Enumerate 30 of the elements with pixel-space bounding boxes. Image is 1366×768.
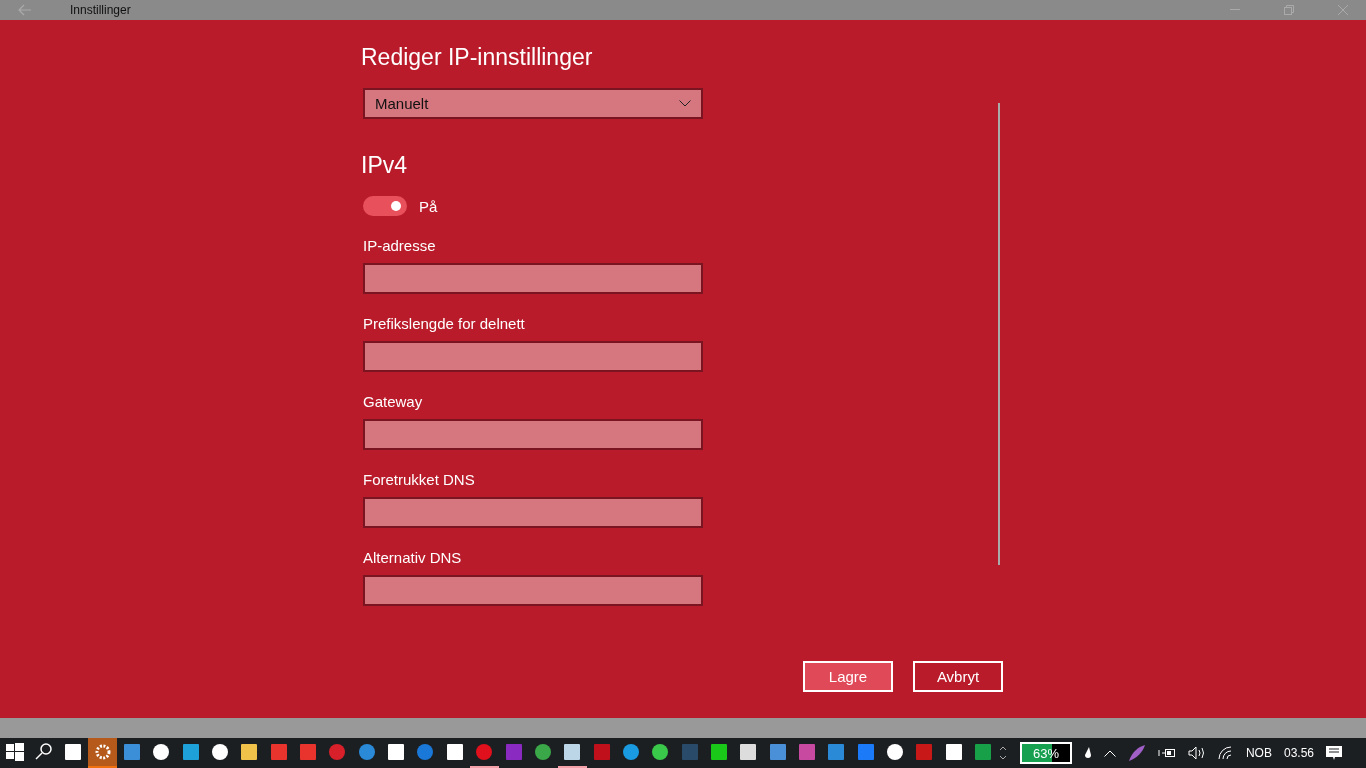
input-field[interactable]: [363, 497, 703, 528]
window-title: Innstillinger: [70, 3, 131, 17]
drop-icon[interactable]: [1083, 746, 1092, 760]
speaker-icon[interactable]: [1187, 746, 1206, 760]
power-plug-icon[interactable]: [1157, 747, 1176, 759]
field-label: IP-adresse: [363, 237, 437, 255]
clock[interactable]: 03.56: [1283, 746, 1314, 760]
chevron-down-icon: [679, 100, 691, 107]
wifi-icon[interactable]: [1217, 746, 1234, 760]
taskbar-settings-icon[interactable]: [88, 738, 118, 768]
field-label: Prefikslengde for delnett: [363, 315, 526, 333]
notification-icon[interactable]: [1326, 745, 1342, 761]
save-button[interactable]: Lagre: [803, 661, 893, 692]
section-heading: IPv4: [361, 152, 409, 180]
toggle-label: På: [419, 197, 438, 215]
page-heading: Rediger IP-innstillinger: [361, 44, 594, 72]
field-label: Alternativ DNS: [363, 549, 463, 567]
input-field[interactable]: [363, 575, 703, 606]
toggle-switch[interactable]: [363, 196, 407, 216]
chevron-up-icon[interactable]: [1103, 749, 1116, 757]
scroll-bar[interactable]: [998, 103, 1000, 565]
feather-icon[interactable]: [1127, 744, 1146, 762]
input-field[interactable]: [363, 341, 703, 372]
cancel-button[interactable]: Avbryt: [913, 661, 1003, 692]
input-field[interactable]: [363, 419, 703, 450]
field-label: Foretrukket DNS: [363, 471, 476, 489]
language-indicator[interactable]: NOB: [1245, 746, 1272, 760]
mode-dropdown[interactable]: Manuelt: [363, 88, 703, 119]
field-label: Gateway: [363, 393, 424, 411]
input-field[interactable]: [363, 263, 703, 294]
